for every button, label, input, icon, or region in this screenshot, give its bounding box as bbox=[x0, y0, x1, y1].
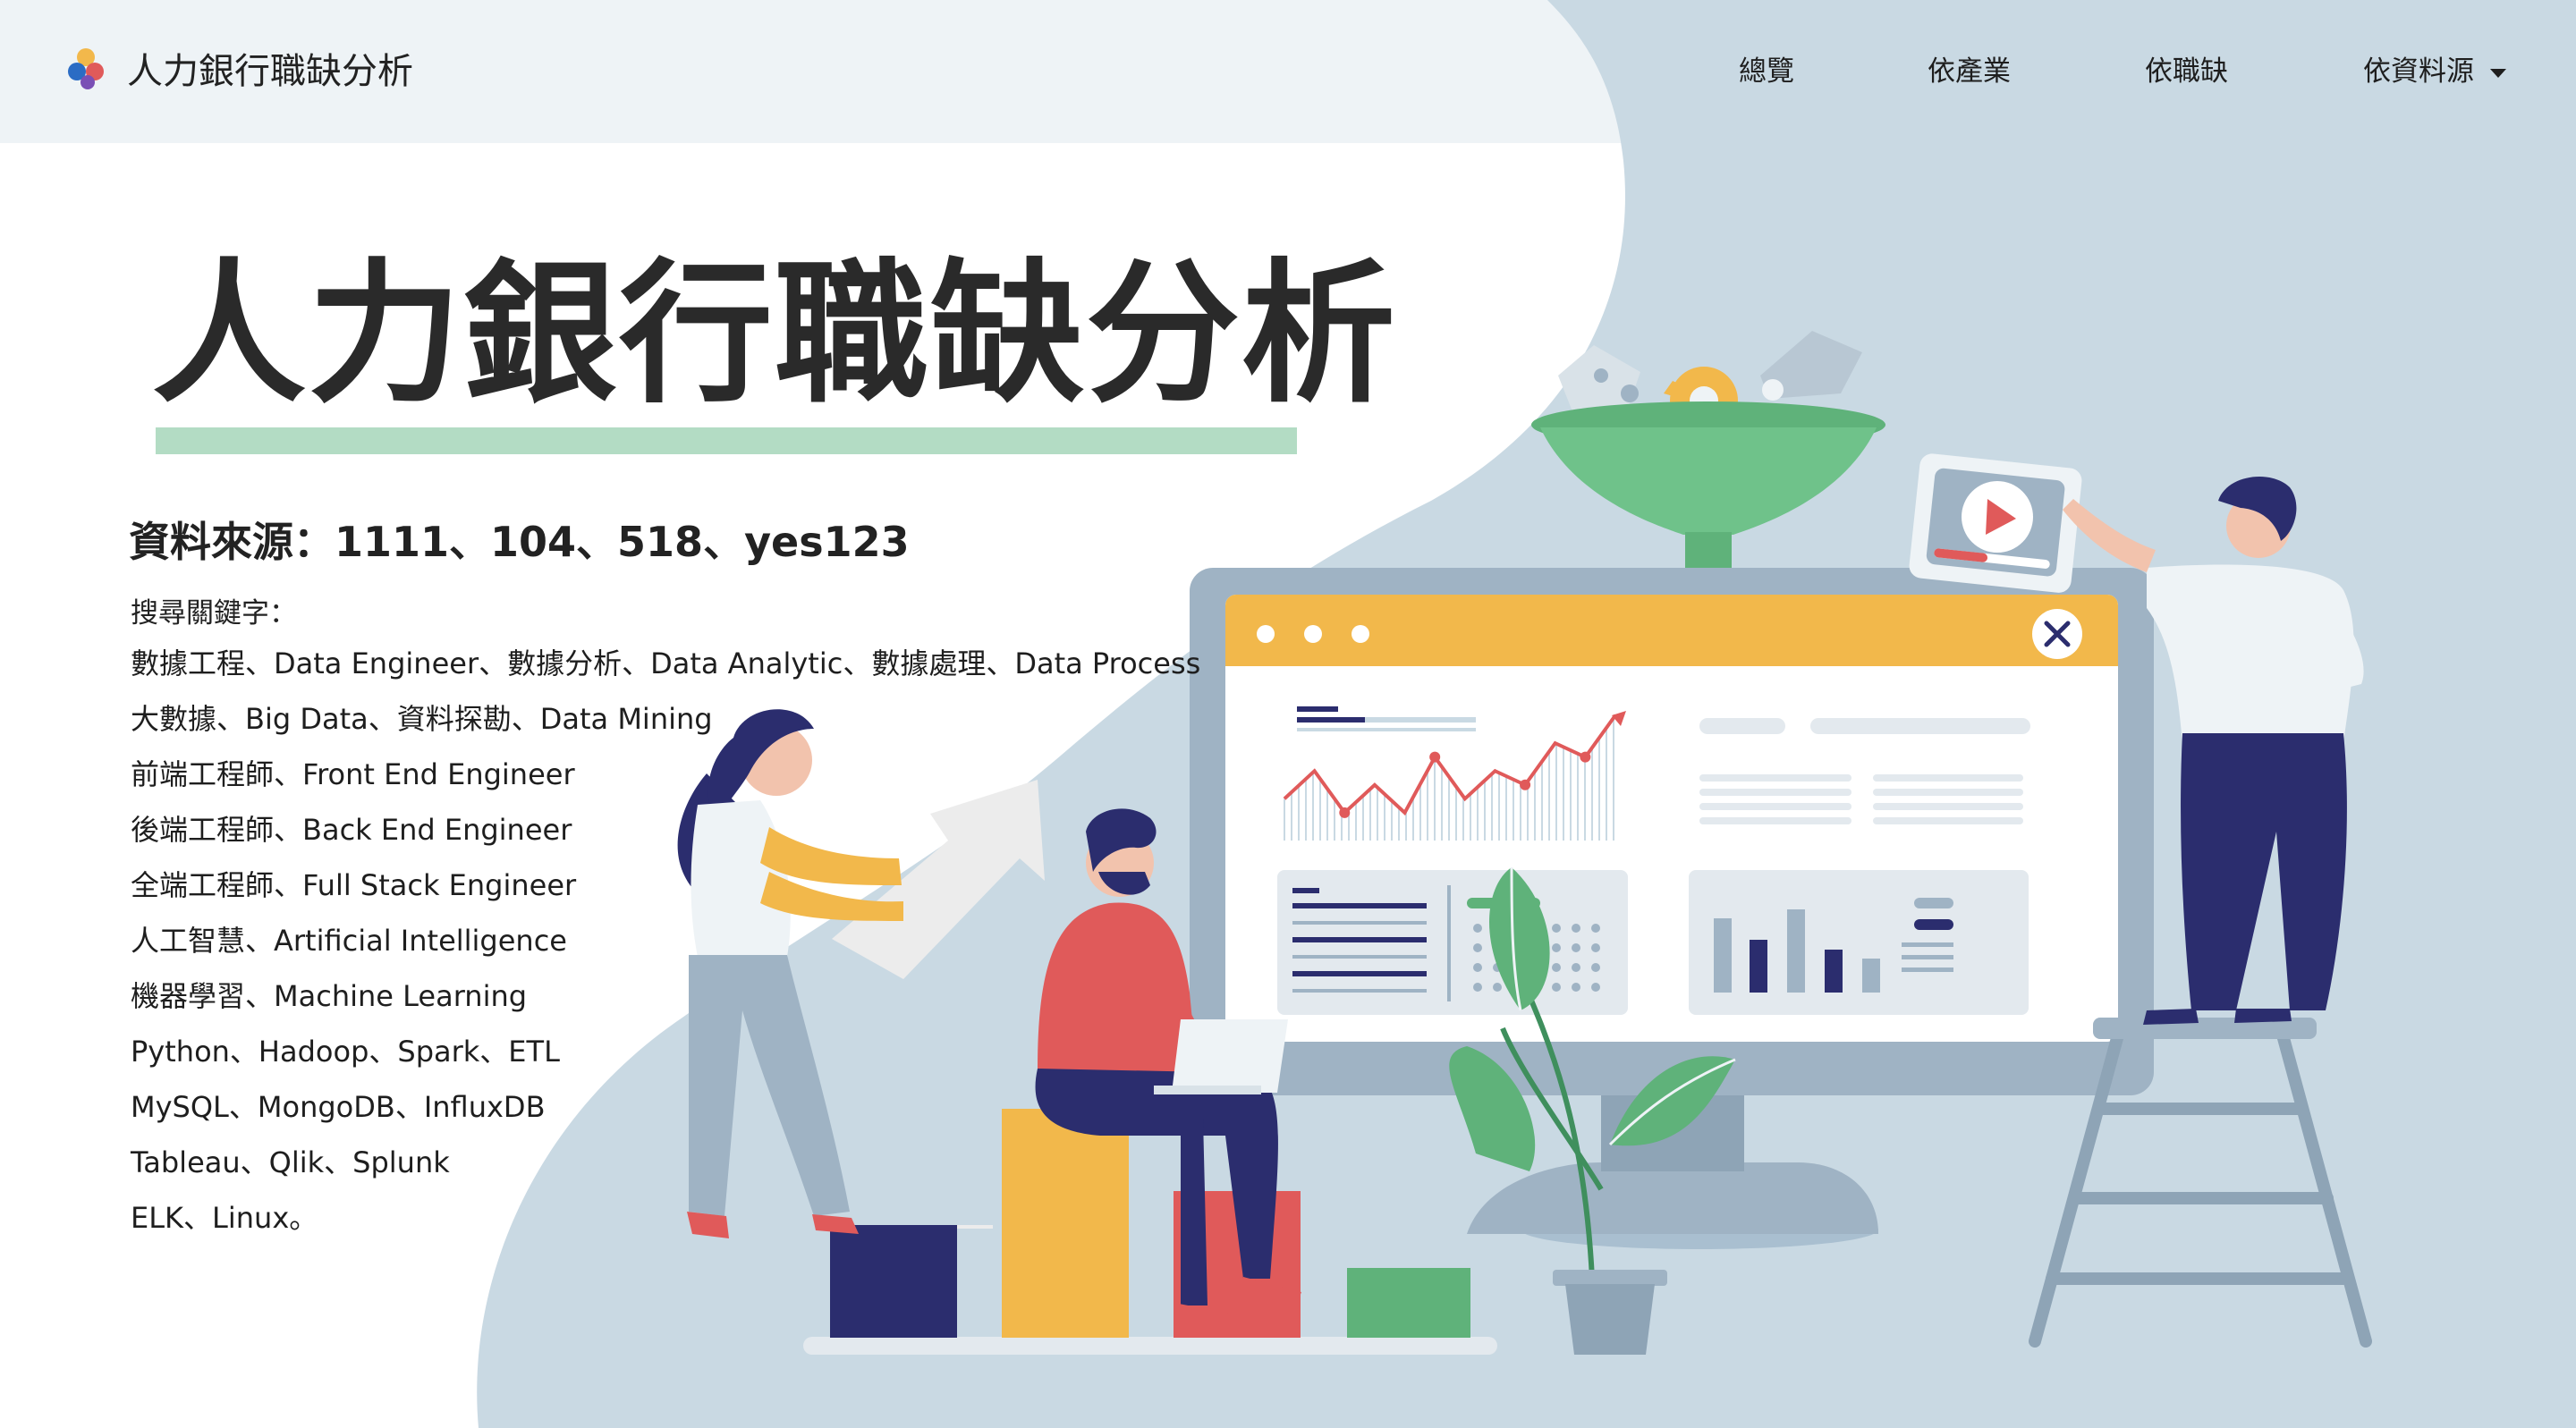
grid-dot bbox=[1552, 943, 1561, 952]
nav-item-by-industry[interactable]: 依產業 bbox=[1928, 48, 2011, 89]
grid-dot bbox=[1552, 924, 1561, 933]
keywords-label: 搜尋關鍵字： bbox=[131, 597, 297, 630]
grid-dot bbox=[1473, 983, 1482, 992]
floor-line bbox=[803, 1337, 1497, 1355]
grid-dot bbox=[1473, 943, 1482, 952]
title-underline bbox=[156, 427, 1297, 454]
keyword-line: 全端工程師、Full Stack Engineer bbox=[131, 868, 577, 902]
grid-dot bbox=[1552, 983, 1561, 992]
grid-dot bbox=[1591, 963, 1600, 972]
data-source-line: 資料來源：1111、104、518、yes123 bbox=[129, 518, 910, 566]
grid-dot bbox=[1591, 943, 1600, 952]
window-dot-icon bbox=[1352, 625, 1369, 643]
grid-dot bbox=[1591, 924, 1600, 933]
keyword-line: Python、Hadoop、Spark、ETL bbox=[131, 1035, 560, 1069]
keywords-list: 數據工程、Data Engineer、數據分析、Data Analytic、數據… bbox=[131, 636, 1200, 1246]
chart-point bbox=[1339, 807, 1351, 818]
green-block bbox=[1347, 1268, 1470, 1338]
grid-dot bbox=[1572, 943, 1580, 952]
top-nav: 總覽 依產業 依職缺 依資料源 bbox=[0, 48, 2576, 102]
chart-point bbox=[1580, 751, 1591, 763]
keyword-line: MySQL、MongoDB、InfluxDB bbox=[131, 1090, 546, 1124]
keyword-line: 後端工程師、Back End Engineer bbox=[131, 813, 572, 847]
keyword-line: 數據工程、Data Engineer、數據分析、Data Analytic、數據… bbox=[131, 646, 1201, 680]
nav-item-by-job[interactable]: 依職缺 bbox=[2145, 48, 2228, 89]
grid-dot bbox=[1572, 963, 1580, 972]
grid-dot bbox=[1591, 983, 1600, 992]
page-title: 人力銀行職缺分析 bbox=[152, 244, 1397, 424]
keyword-line: 機器學習、Machine Learning bbox=[131, 979, 528, 1013]
grid-dot bbox=[1473, 963, 1482, 972]
chart-point bbox=[1520, 779, 1531, 790]
window-dot-icon bbox=[1304, 625, 1322, 643]
funnel-body bbox=[1540, 427, 1877, 535]
window-dot-icon bbox=[1257, 625, 1275, 643]
video-card bbox=[1909, 453, 2082, 593]
funnel-spout bbox=[1685, 532, 1732, 568]
caret-down-icon bbox=[2490, 68, 2506, 78]
grid-dot bbox=[1552, 963, 1561, 972]
panel-bars bbox=[1689, 870, 2029, 1015]
grid-dot bbox=[1493, 983, 1502, 992]
keyword-line: 大數據、Big Data、資料探勘、Data Mining bbox=[131, 702, 713, 736]
plant-pot-rim bbox=[1553, 1270, 1667, 1286]
grid-dot bbox=[1473, 924, 1482, 933]
nav-item-overview[interactable]: 總覽 bbox=[1739, 48, 1794, 89]
grid-dot bbox=[1572, 924, 1580, 933]
grid-dot bbox=[1572, 983, 1580, 992]
keyword-line: 人工智慧、Artificial Intelligence bbox=[131, 924, 567, 958]
nav-item-by-source[interactable]: 依資料源 bbox=[2363, 48, 2506, 89]
keyword-line: 前端工程師、Front End Engineer bbox=[131, 757, 575, 791]
nav-item-by-source-label: 依資料源 bbox=[2363, 55, 2474, 88]
monitor-base bbox=[1467, 1162, 1878, 1234]
plant-pot bbox=[1565, 1284, 1655, 1355]
keyword-line: Tableau、Qlik、Splunk bbox=[131, 1145, 450, 1179]
keyword-line: ELK、Linux。 bbox=[131, 1201, 318, 1235]
chart-point bbox=[1429, 751, 1441, 763]
